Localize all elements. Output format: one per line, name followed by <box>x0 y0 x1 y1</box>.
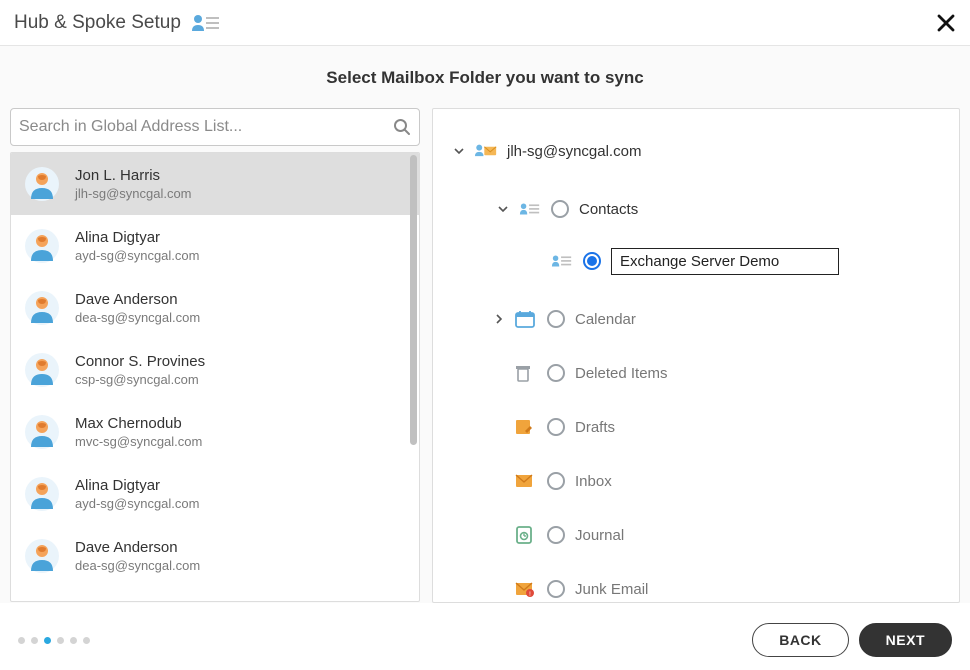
inbox-radio[interactable] <box>547 472 565 490</box>
avatar-icon <box>25 353 59 387</box>
step-progress-dots <box>18 637 90 644</box>
contact-email: ayd-sg@syncgal.com <box>75 248 199 263</box>
page-title: Hub & Spoke Setup <box>14 12 181 34</box>
contact-row[interactable]: Connor S. Provines csp-sg@syncgal.com <box>11 339 419 401</box>
tree-folder-row[interactable]: Calendar <box>447 297 945 341</box>
contact-name: Max Chernodub <box>75 415 202 432</box>
folder-label: Deleted Items <box>575 365 668 382</box>
contact-name: Alina Digtyar <box>75 477 199 494</box>
step-dot <box>57 637 64 644</box>
contact-row[interactable]: Alina Digtyar ayd-sg@syncgal.com <box>11 215 419 277</box>
avatar-icon <box>25 229 59 263</box>
left-panel: Jon L. Harris jlh-sg@syncgal.com Alina Dig… <box>10 108 420 603</box>
journal-folder-icon <box>515 526 537 544</box>
search-input[interactable] <box>19 118 393 136</box>
avatar-icon <box>25 477 59 511</box>
deleted-folder-icon <box>515 364 537 382</box>
step-instruction: Select Mailbox Folder you want to sync <box>0 46 970 108</box>
contact-name: Jon L. Harris <box>75 167 192 184</box>
contacts-header-icon <box>191 13 221 33</box>
avatar-icon <box>25 415 59 449</box>
scrollbar-thumb[interactable] <box>410 155 417 445</box>
calendar-folder-icon <box>515 310 537 328</box>
contact-email: ayd-sg@syncgal.com <box>75 496 199 511</box>
mailbox-icon <box>475 142 497 160</box>
avatar-icon <box>25 539 59 573</box>
contacts-radio[interactable] <box>551 200 569 218</box>
contact-row[interactable]: Max Chernodub mvc-sg@syncgal.com <box>11 401 419 463</box>
journal-radio[interactable] <box>547 526 565 544</box>
junk-radio[interactable] <box>547 580 565 598</box>
main-body: Jon L. Harris jlh-sg@syncgal.com Alina Dig… <box>0 108 970 603</box>
folder-tree-panel: jlh-sg@syncgal.com Contacts <box>432 108 960 603</box>
contact-row[interactable]: Dave Anderson dea-sg@syncgal.com <box>11 525 419 587</box>
contact-email: dea-sg@syncgal.com <box>75 310 200 325</box>
footer-bar: BACK NEXT <box>0 610 970 670</box>
contact-name: Dave Anderson <box>75 539 200 556</box>
contact-email: mvc-sg@syncgal.com <box>75 434 202 449</box>
step-dot <box>31 637 38 644</box>
folder-label: Calendar <box>575 311 636 328</box>
deleted-radio[interactable] <box>547 364 565 382</box>
tree-mailbox-row[interactable]: jlh-sg@syncgal.com <box>447 129 945 173</box>
contact-name: Dave Anderson <box>75 291 200 308</box>
step-dot <box>70 637 77 644</box>
step-dot <box>18 637 25 644</box>
avatar-icon <box>25 167 59 201</box>
contacts-folder-icon <box>519 201 541 217</box>
inbox-folder-icon <box>515 473 537 489</box>
tree-folder-row[interactable]: ! Junk Email <box>447 567 945 603</box>
tree-folder-row[interactable]: Drafts <box>447 405 945 449</box>
contact-row[interactable]: Dave Anderson dea-sg@syncgal.com <box>11 277 419 339</box>
next-button[interactable]: NEXT <box>859 623 952 657</box>
folder-label: Journal <box>575 527 624 544</box>
contact-row[interactable]: Jon L. Harris jlh-sg@syncgal.com <box>11 153 419 215</box>
calendar-radio[interactable] <box>547 310 565 328</box>
folder-label: Drafts <box>575 419 615 436</box>
contact-row[interactable]: Alina Digtyar ayd-sg@syncgal.com <box>11 463 419 525</box>
contacts-subfolder-icon <box>551 253 573 269</box>
close-icon[interactable] <box>936 13 956 33</box>
contacts-folder-label: Contacts <box>579 201 638 218</box>
contact-list: Jon L. Harris jlh-sg@syncgal.com Alina Dig… <box>10 152 420 602</box>
caret-right-icon[interactable] <box>493 314 505 324</box>
search-icon <box>393 118 411 136</box>
drafts-radio[interactable] <box>547 418 565 436</box>
caret-down-icon[interactable] <box>453 146 465 156</box>
selected-folder-radio[interactable] <box>583 252 601 270</box>
tree-folder-row[interactable]: Inbox <box>447 459 945 503</box>
tree-contacts-row[interactable]: Contacts <box>447 187 945 231</box>
avatar-icon <box>25 291 59 325</box>
junk-folder-icon: ! <box>515 581 537 597</box>
folder-label: Inbox <box>575 473 612 490</box>
back-button[interactable]: BACK <box>752 623 848 657</box>
mailbox-address: jlh-sg@syncgal.com <box>507 143 641 160</box>
folder-label: Junk Email <box>575 581 648 598</box>
tree-folder-row[interactable]: Journal <box>447 513 945 557</box>
search-container[interactable] <box>10 108 420 146</box>
tree-folder-row[interactable]: Deleted Items <box>447 351 945 395</box>
drafts-folder-icon <box>515 419 537 435</box>
header-bar: Hub & Spoke Setup <box>0 0 970 46</box>
contact-email: jlh-sg@syncgal.com <box>75 186 192 201</box>
contact-name: Alina Digtyar <box>75 229 199 246</box>
tree-selected-folder-row[interactable] <box>447 239 945 283</box>
contact-email: csp-sg@syncgal.com <box>75 372 205 387</box>
step-dot <box>83 637 90 644</box>
folder-name-input[interactable] <box>611 248 839 275</box>
contact-email: dea-sg@syncgal.com <box>75 558 200 573</box>
contact-name: Connor S. Provines <box>75 353 205 370</box>
step-dot <box>44 637 51 644</box>
caret-down-icon[interactable] <box>497 204 509 214</box>
